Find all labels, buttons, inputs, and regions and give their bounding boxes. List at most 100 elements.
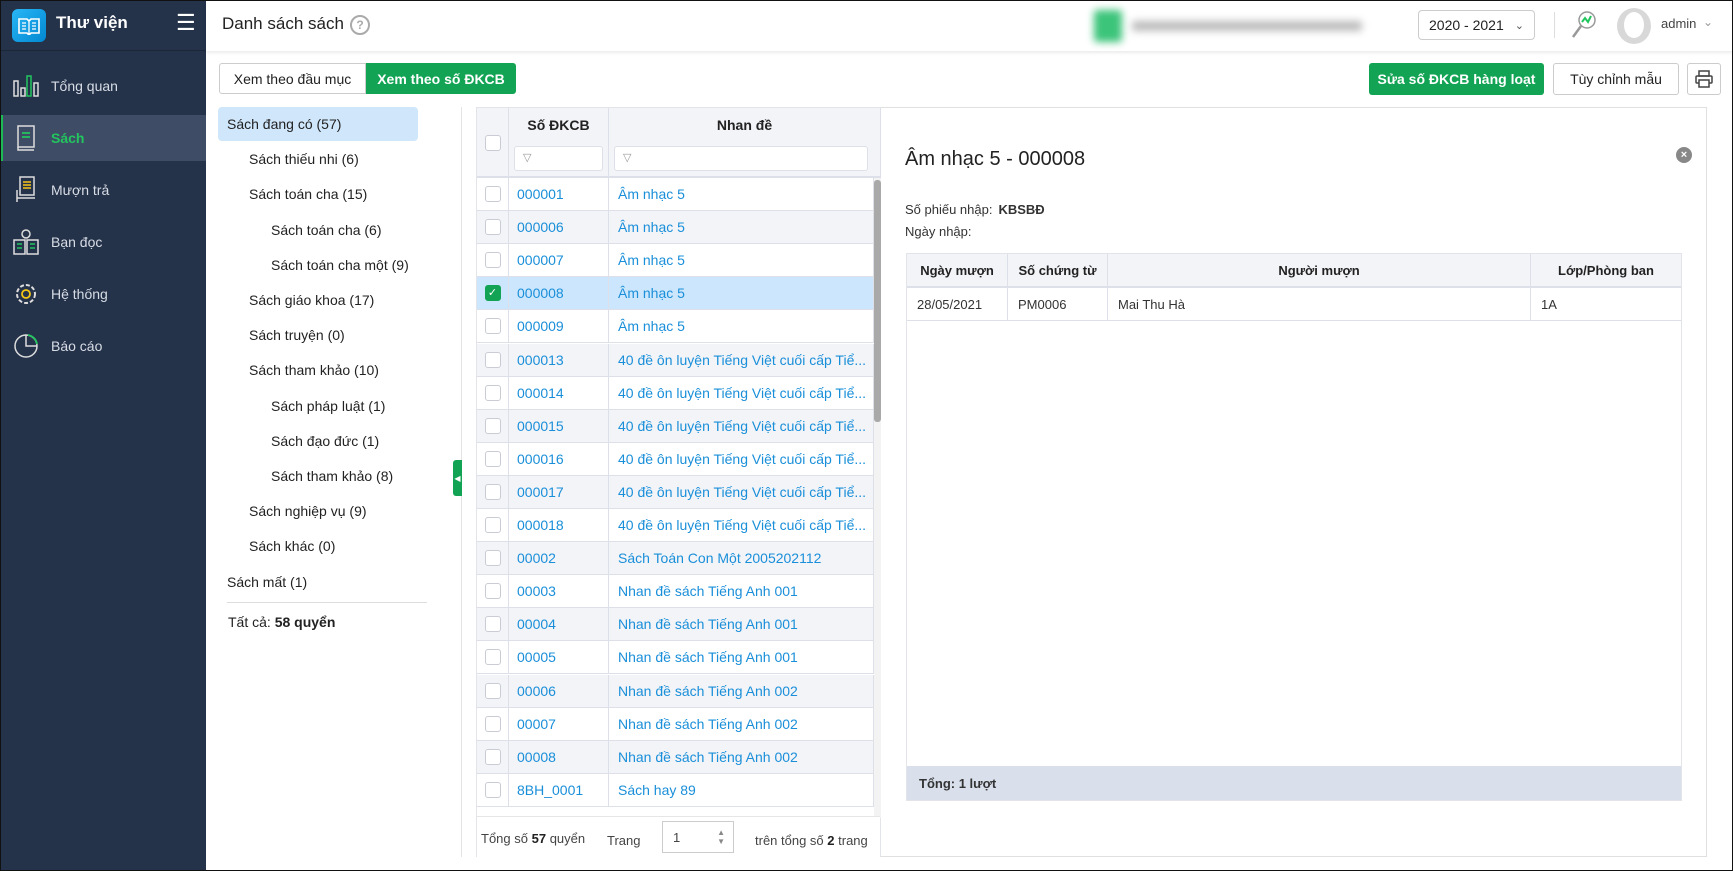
registration-number-link[interactable]: 000018 [509, 509, 609, 541]
table-row[interactable]: 00006 Nhan đề sách Tiếng Anh 002 [477, 674, 874, 708]
tree-item[interactable]: Sách toán cha (15) [249, 177, 367, 211]
collapse-panel-button[interactable]: ◀ [453, 460, 462, 496]
registration-number-link[interactable]: 00005 [509, 641, 609, 674]
row-checkbox[interactable] [484, 318, 501, 335]
search-chart-icon[interactable] [1570, 10, 1598, 43]
table-row[interactable]: 00005 Nhan đề sách Tiếng Anh 001 [477, 641, 874, 675]
tree-item[interactable]: Sách đạo đức (1) [271, 424, 379, 458]
book-title-link[interactable]: Sách hay 89 [609, 773, 874, 806]
book-title-link[interactable]: Nhan đề sách Tiếng Anh 001 [609, 641, 874, 674]
book-title-link[interactable]: Âm nhạc 5 [609, 277, 874, 310]
book-title-link[interactable]: 40 đề ôn luyện Tiếng Việt cuối cấp Tiể..… [609, 343, 874, 376]
registration-number-link[interactable]: 000009 [509, 310, 609, 343]
table-row[interactable]: 00008 Nhan đề sách Tiếng Anh 002 [477, 740, 874, 774]
filter-code-input[interactable]: ▽ [514, 146, 603, 171]
row-checkbox[interactable] [484, 252, 501, 269]
registration-number-link[interactable]: 000008 [509, 277, 609, 310]
tree-item[interactable]: Sách toán cha (6) [271, 213, 382, 247]
registration-number-link[interactable]: 000016 [509, 442, 609, 475]
registration-number-link[interactable]: 00002 [509, 542, 609, 575]
tab-view-by-registration-number[interactable]: Xem theo số ĐKCB [366, 63, 516, 94]
book-title-link[interactable]: Sách Toán Con Một 2005202112 [609, 542, 874, 575]
row-checkbox[interactable] [484, 616, 501, 633]
registration-number-link[interactable]: 000006 [509, 211, 609, 244]
book-title-link[interactable]: 40 đề ôn luyện Tiếng Việt cuối cấp Tiể..… [609, 475, 874, 508]
menu-toggle-icon[interactable]: ☰ [176, 12, 196, 34]
bulk-edit-registration-button[interactable]: Sửa số ĐKCB hàng loạt [1369, 63, 1544, 95]
book-title-link[interactable]: Nhan đề sách Tiếng Anh 001 [609, 575, 874, 608]
row-checkbox[interactable] [484, 583, 501, 600]
customize-template-button[interactable]: Tùy chỉnh mẫu [1553, 63, 1679, 95]
tree-item[interactable]: Sách toán cha một (9) [271, 248, 409, 282]
book-title-link[interactable]: 40 đề ôn luyện Tiếng Việt cuối cấp Tiể..… [609, 442, 874, 475]
table-row[interactable]: 000013 40 đề ôn luyện Tiếng Việt cuối cấp… [477, 343, 874, 377]
scrollbar-thumb[interactable] [874, 180, 881, 422]
row-checkbox[interactable] [484, 450, 501, 467]
close-icon[interactable]: × [1676, 147, 1692, 163]
row-checkbox[interactable] [484, 417, 501, 434]
book-title-link[interactable]: Nhan đề sách Tiếng Anh 002 [609, 674, 874, 707]
registration-number-link[interactable]: 00006 [509, 674, 609, 707]
registration-number-link[interactable]: 00007 [509, 707, 609, 740]
tab-view-by-heading[interactable]: Xem theo đầu mục [219, 63, 366, 94]
registration-number-link[interactable]: 000014 [509, 376, 609, 409]
tree-item[interactable]: Sách khác (0) [249, 529, 335, 563]
table-row[interactable]: 000006 Âm nhạc 5 [477, 211, 874, 245]
select-all-checkbox[interactable] [485, 135, 501, 151]
registration-number-link[interactable]: 000001 [509, 178, 609, 210]
book-title-link[interactable]: 40 đề ôn luyện Tiếng Việt cuối cấp Tiể..… [609, 409, 874, 442]
filter-title-input[interactable]: ▽ [614, 146, 868, 171]
tree-item[interactable]: Sách truyện (0) [249, 318, 345, 352]
tree-item[interactable]: Sách tham khảo (8) [271, 459, 393, 493]
chevron-down-icon[interactable]: ⌄ [1703, 15, 1713, 29]
school-year-select[interactable]: 2020 - 2021 ⌄ [1418, 10, 1535, 40]
book-title-link[interactable]: Nhan đề sách Tiếng Anh 002 [609, 740, 874, 773]
user-name[interactable]: admin [1661, 16, 1696, 31]
row-checkbox[interactable] [484, 715, 501, 732]
book-title-link[interactable]: 40 đề ôn luyện Tiếng Việt cuối cấp Tiể..… [609, 376, 874, 409]
table-row[interactable]: 00003 Nhan đề sách Tiếng Anh 001 [477, 575, 874, 609]
tree-item[interactable]: Sách giáo khoa (17) [249, 283, 374, 317]
sidebar-item[interactable]: Mượn trả [0, 167, 206, 213]
row-checkbox[interactable] [484, 186, 501, 202]
registration-number-link[interactable]: 000017 [509, 475, 609, 508]
row-checkbox[interactable]: ✓ [484, 285, 501, 302]
registration-number-link[interactable]: 000015 [509, 409, 609, 442]
table-row[interactable]: 000016 40 đề ôn luyện Tiếng Việt cuối cấp… [477, 442, 874, 476]
registration-number-link[interactable]: 00003 [509, 575, 609, 608]
table-row[interactable]: 000007 Âm nhạc 5 [477, 244, 874, 278]
help-icon[interactable]: ? [350, 15, 370, 35]
table-row[interactable]: 000014 40 đề ôn luyện Tiếng Việt cuối cấp… [477, 376, 874, 410]
book-title-link[interactable]: Âm nhạc 5 [609, 244, 874, 277]
table-row[interactable]: 8BH_0001 Sách hay 89 [477, 773, 874, 807]
table-row[interactable]: 000018 40 đề ôn luyện Tiếng Việt cuối cấp… [477, 509, 874, 542]
table-row[interactable]: ✓ 000008 Âm nhạc 5 [477, 277, 874, 311]
book-title-link[interactable]: 40 đề ôn luyện Tiếng Việt cuối cấp Tiể..… [609, 509, 874, 541]
table-row[interactable]: 000009 Âm nhạc 5 [477, 310, 874, 344]
avatar[interactable] [1617, 8, 1651, 44]
tree-item[interactable]: Sách tham khảo (10) [249, 353, 379, 387]
page-input[interactable]: 1 ▲ ▼ [662, 821, 734, 853]
print-button[interactable] [1687, 63, 1721, 95]
table-row[interactable]: 000017 40 đề ôn luyện Tiếng Việt cuối cấp… [477, 475, 874, 509]
tree-item[interactable]: Sách nghiệp vụ (9) [249, 494, 367, 528]
table-row[interactable]: 000015 40 đề ôn luyện Tiếng Việt cuối cấp… [477, 409, 874, 443]
book-title-link[interactable]: Âm nhạc 5 [609, 310, 874, 343]
table-row[interactable]: 00004 Nhan đề sách Tiếng Anh 001 [477, 608, 874, 642]
row-checkbox[interactable] [484, 219, 501, 236]
registration-number-link[interactable]: 000007 [509, 244, 609, 277]
row-checkbox[interactable] [484, 682, 501, 699]
book-title-link[interactable]: Âm nhạc 5 [609, 178, 874, 210]
row-checkbox[interactable] [484, 550, 501, 567]
registration-number-link[interactable]: 00008 [509, 740, 609, 773]
row-checkbox[interactable] [484, 649, 501, 666]
sidebar-item[interactable]: Sách [0, 115, 206, 161]
table-row[interactable]: 00007 Nhan đề sách Tiếng Anh 002 [477, 707, 874, 741]
row-checkbox[interactable] [484, 384, 501, 401]
row-checkbox[interactable] [484, 483, 501, 500]
tree-item[interactable]: Sách mất (1) [218, 565, 307, 599]
book-title-link[interactable]: Âm nhạc 5 [609, 211, 874, 244]
table-row[interactable]: 000001 Âm nhạc 5 [477, 178, 874, 211]
registration-number-link[interactable]: 00004 [509, 608, 609, 641]
tree-item[interactable]: Sách thiếu nhi (6) [249, 142, 359, 176]
